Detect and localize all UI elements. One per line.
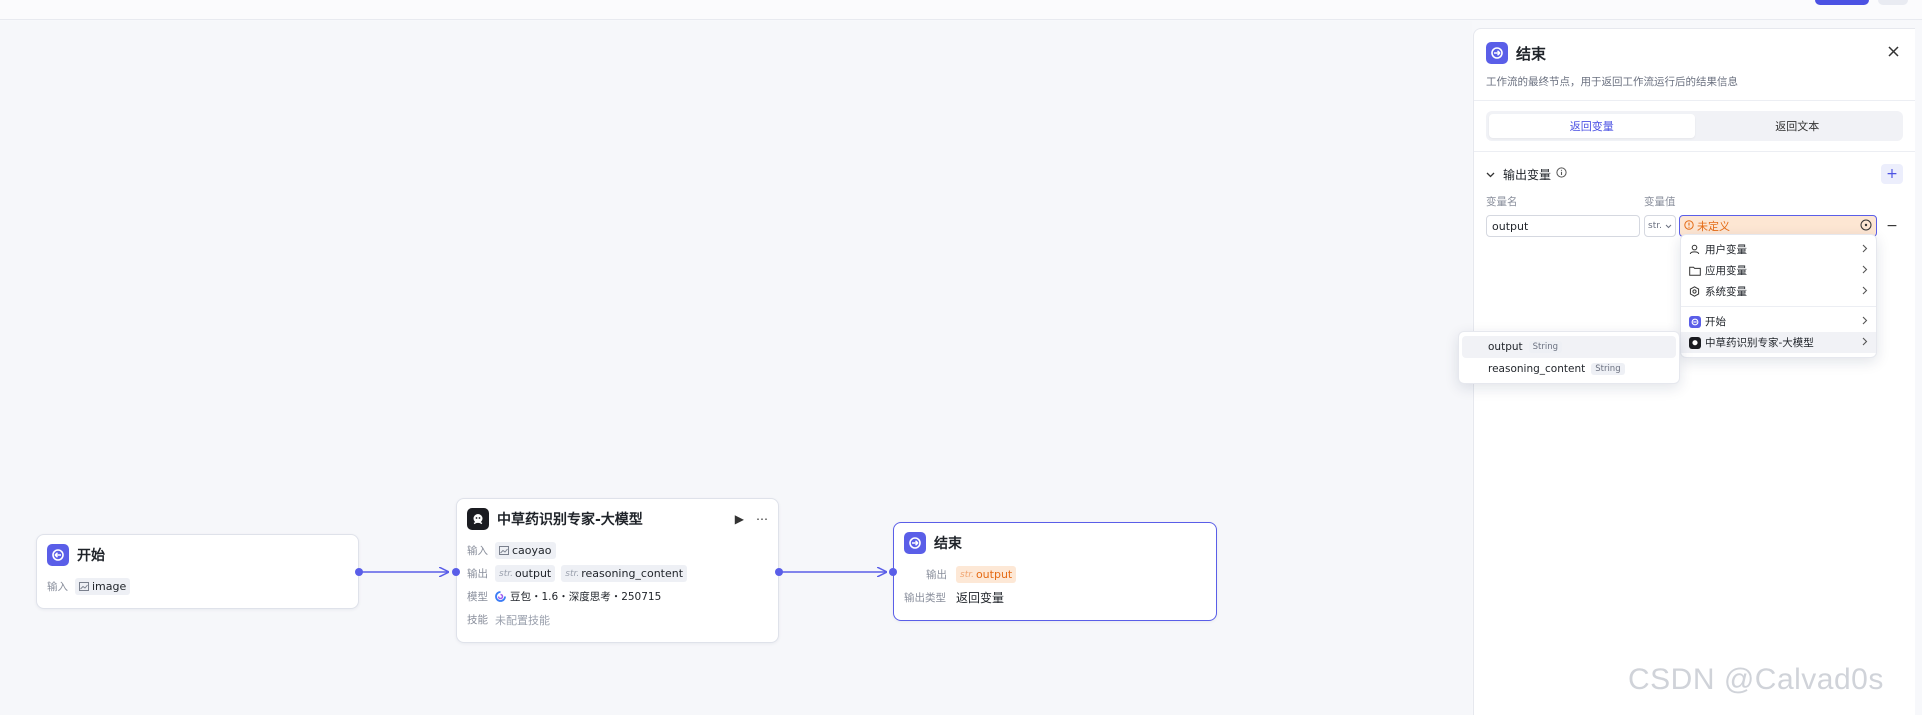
info-icon[interactable] — [1556, 167, 1567, 181]
end-node-icon — [1486, 42, 1508, 64]
skill-label: 技能 — [467, 614, 488, 626]
chevron-down-icon[interactable] — [1486, 167, 1495, 181]
llm-node-icon — [1689, 336, 1701, 349]
folder-icon — [1689, 266, 1703, 276]
run-icon[interactable]: ▶ — [735, 512, 744, 526]
publish-button[interactable] — [1815, 0, 1869, 5]
llm-input-port[interactable] — [452, 568, 460, 576]
more-button[interactable] — [1878, 0, 1908, 5]
node-title: 中草药识别专家-大模型 — [497, 512, 643, 528]
output-chip: str. output — [956, 566, 1017, 583]
chevron-right-icon — [1862, 316, 1868, 328]
llm-node-icon — [467, 508, 489, 530]
more-icon[interactable]: ⋯ — [756, 512, 768, 526]
variable-type-select[interactable]: str. — [1644, 215, 1676, 237]
panel-title: 结束 — [1516, 44, 1547, 63]
close-icon[interactable] — [1883, 41, 1903, 61]
input-label: 输入 — [467, 545, 488, 557]
input-chip: caoyao — [495, 542, 556, 559]
model-label: 模型 — [467, 591, 488, 603]
user-icon — [1689, 244, 1703, 255]
submenu-item-output[interactable]: output String — [1462, 336, 1676, 358]
model-value: 豆包・1.6・深度思考・250715 — [510, 591, 662, 603]
output-label: 输出 — [926, 569, 947, 581]
end-node[interactable]: 结束 输出 str. output 输出类型 返回变量 — [889, 522, 1217, 621]
type-badge: String — [1591, 363, 1625, 375]
llm-node[interactable]: 中草药识别专家-大模型 ▶ ⋯ 输入 caoyao 输出 str. output… — [452, 498, 783, 643]
chevron-right-icon — [1862, 337, 1868, 349]
input-label: 输入 — [47, 581, 68, 593]
start-output-port[interactable] — [355, 568, 363, 576]
return-mode-tabs: 返回变量 返回文本 — [1486, 111, 1903, 141]
variable-source-dropdown: 用户变量 应用变量 系统变量 开始 中草药识别专家-大模型 — [1680, 234, 1877, 358]
start-node[interactable]: 开始 输入 image — [36, 534, 363, 609]
gear-icon — [1689, 286, 1703, 297]
section-title: 输出变量 — [1503, 167, 1552, 182]
watermark: CSDN @Calvad0s — [1628, 663, 1884, 696]
tab-return-variable[interactable]: 返回变量 — [1489, 114, 1695, 138]
panel-description: 工作流的最终节点，用于返回工作流运行后的结果信息 — [1486, 76, 1738, 88]
chevron-right-icon — [1862, 286, 1868, 298]
llm-output-port[interactable] — [775, 568, 783, 576]
node-title: 结束 — [934, 536, 962, 552]
end-node-icon — [904, 532, 926, 554]
variable-value-text: 未定义 — [1697, 220, 1730, 233]
warning-icon — [1684, 219, 1694, 233]
start-node-icon — [1689, 315, 1701, 328]
image-icon — [499, 546, 509, 555]
node-title: 开始 — [77, 548, 105, 564]
variable-picker-icon[interactable] — [1860, 219, 1872, 234]
output-chip: str. output — [495, 565, 556, 582]
chevron-right-icon — [1862, 244, 1868, 256]
output-type-value: 返回变量 — [956, 591, 1005, 605]
image-icon — [79, 582, 89, 591]
dropdown-item-user-variables[interactable]: 用户变量 — [1681, 239, 1876, 260]
output-label: 输出 — [467, 568, 488, 580]
dropdown-item-app-variables[interactable]: 应用变量 — [1681, 260, 1876, 281]
output-type-label: 输出类型 — [904, 592, 946, 604]
type-badge: String — [1528, 341, 1563, 353]
tab-return-text[interactable]: 返回文本 — [1695, 114, 1901, 138]
doubao-logo-icon — [495, 591, 506, 602]
chevron-down-icon — [1665, 224, 1672, 228]
add-variable-button[interactable]: + — [1881, 164, 1903, 184]
output-variables-section: 输出变量 + — [1486, 162, 1903, 186]
column-name-label: 变量名 — [1486, 196, 1518, 208]
dropdown-item-llm-node[interactable]: 中草药识别专家-大模型 — [1681, 332, 1876, 353]
dropdown-item-system-variables[interactable]: 系统变量 — [1681, 281, 1876, 302]
dropdown-item-start-node[interactable]: 开始 — [1681, 311, 1876, 332]
llm-output-submenu: output String reasoning_content String — [1458, 331, 1680, 384]
end-input-port[interactable] — [889, 568, 897, 576]
start-node-icon — [47, 544, 69, 566]
variable-name-input[interactable] — [1486, 215, 1640, 237]
column-value-label: 变量值 — [1644, 196, 1676, 208]
skill-value: 未配置技能 — [495, 613, 550, 627]
submenu-item-reasoning-content[interactable]: reasoning_content String — [1462, 358, 1676, 380]
output-chip: str. reasoning_content — [561, 565, 688, 582]
chevron-right-icon — [1862, 265, 1868, 277]
remove-variable-button[interactable]: − — [1885, 215, 1899, 237]
input-chip: image — [75, 578, 131, 595]
